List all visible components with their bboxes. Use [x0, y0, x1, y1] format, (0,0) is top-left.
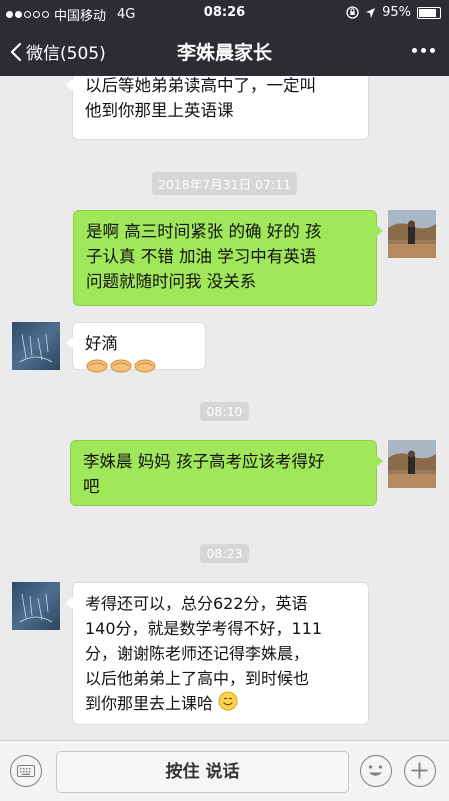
message-bubble-incoming[interactable]: 好滴 [66, 322, 206, 373]
battery-icon [417, 6, 441, 19]
chat-area[interactable]: 以后等她弟弟读高中了，一定叫 他到你那里上英语课 2018年7月31日 07:1… [0, 76, 449, 740]
keyboard-toggle-button[interactable] [10, 755, 42, 787]
timestamp: 08:10 [0, 401, 449, 421]
timestamp-label: 08:23 [200, 544, 249, 563]
message-line-last: 到你那里去上课哈 [85, 691, 356, 718]
message-line: 考得还可以，总分622分，英语 [85, 594, 308, 613]
smiley-icon [368, 765, 383, 776]
message-bubble-incoming[interactable]: 考得还可以，总分622分，英语 140分，就是数学考得不好，111 分，谢谢陈老… [66, 582, 369, 725]
location-arrow-icon [366, 7, 376, 18]
battery-percent: 95% [382, 5, 411, 20]
timestamp: 2018年7月31日 07:11 [0, 172, 449, 195]
message-line: 到你那里去上课哈 [85, 694, 214, 713]
my-avatar[interactable] [388, 210, 436, 258]
timestamp-label: 08:10 [200, 402, 249, 421]
timestamp-label: 2018年7月31日 07:11 [151, 172, 298, 195]
avatar-art-icon [19, 593, 53, 623]
handshake-emoji-icon [85, 356, 157, 383]
message-line: 吧 [83, 477, 100, 496]
more-dot-icon [412, 48, 417, 53]
plus-icon [411, 762, 428, 779]
message-line: 他到你那里上英语课 [85, 101, 234, 120]
message-bubble-outgoing[interactable]: 李姝晨 妈妈 孩子高考应该考得好 吧 [70, 440, 383, 506]
more-dot-icon [430, 48, 435, 53]
message-line: 问题就随时问我 没关系 [86, 272, 257, 291]
more-options-button[interactable] [412, 48, 435, 53]
message-line: 以后他弟弟上了高中，到时候也 [85, 669, 310, 688]
message-line: 子认真 不错 加油 学习中有英语 [86, 247, 317, 266]
keyboard-icon [17, 765, 35, 777]
message-line: 分，谢谢陈老师还记得李姝晨， [85, 644, 310, 663]
avatar-art-icon [19, 333, 53, 363]
orientation-lock-icon [346, 6, 359, 19]
status-right: 95% [346, 5, 441, 20]
message-line: 是啊 高三时间紧张 的确 好的 孩 [86, 222, 322, 241]
message-line: 140分，就是数学考得不好，111 [85, 619, 323, 638]
more-features-button[interactable] [404, 755, 436, 787]
avatar-photo-icon [388, 440, 436, 488]
message-line: 好滴 [85, 334, 118, 353]
nav-bar: 微信(505) 李姝晨家长 [0, 26, 449, 76]
more-dot-icon [421, 48, 426, 53]
avatar-photo-icon [388, 210, 436, 258]
message-bubble-incoming[interactable]: 以后等她弟弟读高中了，一定叫 他到你那里上英语课 [66, 76, 369, 140]
chat-title: 李姝晨家长 [176, 42, 272, 64]
contact-avatar[interactable] [12, 322, 60, 370]
contact-avatar[interactable] [12, 582, 60, 630]
my-avatar[interactable] [388, 440, 436, 488]
emoji-picker-button[interactable] [360, 755, 392, 787]
status-bar: 中国移动 4G 08:26 95% [0, 0, 449, 26]
timestamp: 08:23 [0, 543, 449, 563]
message-line: 以后等她弟弟读高中了，一定叫 [85, 76, 316, 95]
input-bar: 按住 说话 [0, 740, 449, 801]
hold-to-talk-button[interactable]: 按住 说话 [56, 751, 349, 793]
smile-emoji-icon [218, 691, 238, 718]
message-bubble-outgoing[interactable]: 是啊 高三时间紧张 的确 好的 孩 子认真 不错 加油 学习中有英语 问题就随时… [73, 210, 383, 306]
message-line: 李姝晨 妈妈 孩子高考应该考得好 [83, 452, 325, 471]
